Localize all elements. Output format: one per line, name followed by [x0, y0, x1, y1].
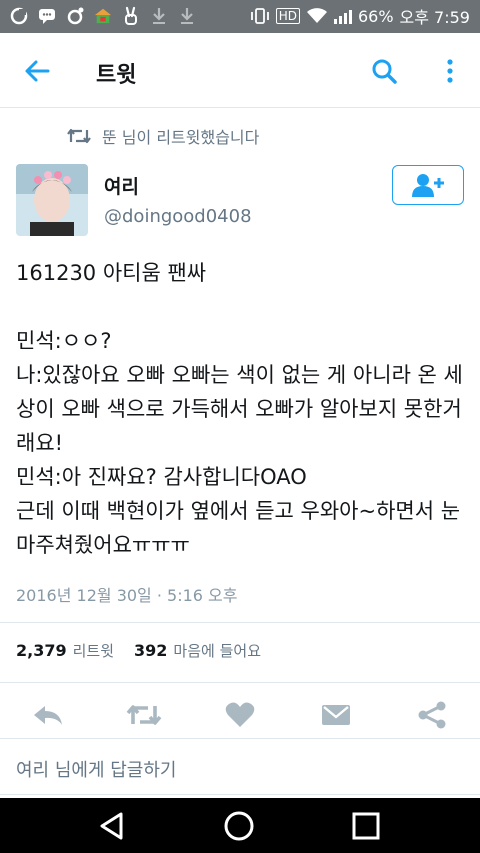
retweet-icon: [67, 128, 91, 144]
peace-hand-icon: [122, 5, 140, 27]
download-icon-2: [178, 5, 196, 27]
chat-notification-icon: [38, 5, 56, 27]
search-icon: [372, 59, 397, 84]
system-indicators: HD 66% 오후 7:59: [250, 4, 470, 28]
back-button[interactable]: [18, 53, 58, 89]
app-bar: 트윗: [0, 33, 480, 108]
follow-button[interactable]: [392, 165, 464, 205]
download-icon: [150, 5, 168, 27]
status-bar: HD 66% 오후 7:59: [0, 0, 480, 33]
nav-back-button[interactable]: [92, 806, 132, 846]
search-button[interactable]: [366, 53, 402, 89]
tweet-timestamp: 2016년 12월 30일 · 5:16 오후: [16, 586, 238, 605]
author-name[interactable]: 여리: [104, 172, 139, 199]
nav-home-button[interactable]: [219, 806, 259, 846]
wifi-icon: [306, 8, 327, 23]
divider: [0, 682, 480, 683]
retweet-icon: [126, 705, 162, 725]
gallery-notification-icon: [94, 5, 112, 27]
action-bar: [0, 692, 480, 738]
page-title: 트윗: [96, 63, 137, 88]
app-notification-icon: [10, 5, 28, 27]
tweet-stats: 2,379 리트윗 392 마음에 들어요: [16, 640, 275, 661]
location-notification-icon: [66, 5, 84, 27]
like-count-label: 마음에 들어요: [173, 642, 261, 660]
nav-home-icon: [224, 811, 254, 841]
reply-icon: [34, 706, 62, 725]
signal-icon: [333, 8, 352, 24]
notification-icons: [10, 5, 196, 27]
share-button[interactable]: [414, 698, 450, 732]
divider: [0, 622, 480, 623]
retweet-context-label: 뚠 님이 리트윗했습니다: [102, 128, 260, 147]
more-vertical-icon: [447, 59, 453, 83]
reply-button[interactable]: [30, 698, 66, 732]
nav-recents-icon: [352, 812, 380, 840]
divider: [0, 738, 480, 739]
like-count[interactable]: 392: [134, 641, 167, 660]
direct-message-button[interactable]: [318, 698, 354, 732]
nav-back-icon: [100, 812, 123, 840]
avatar[interactable]: [16, 164, 88, 236]
add-user-icon: [412, 174, 444, 197]
retweet-context: 뚠 님이 리트윗했습니다: [66, 124, 259, 148]
author-handle[interactable]: @doingood0408: [104, 206, 252, 227]
share-icon: [418, 701, 446, 729]
like-icon: [225, 702, 255, 727]
reply-input[interactable]: 여리 님에게 답글하기: [16, 756, 176, 782]
divider: [0, 794, 480, 795]
battery-percent: 66%: [357, 6, 394, 26]
vibrate-icon: [250, 8, 269, 24]
like-button[interactable]: [222, 698, 258, 732]
retweet-button[interactable]: [126, 698, 162, 732]
retweet-count-label: 리트윗: [72, 642, 115, 660]
retweet-count[interactable]: 2,379: [16, 641, 67, 660]
tweet-text: 161230 아티움 팬싸 민석:ㅇㅇ? 나:있잖아요 오빠 오빠는 색이 없는…: [16, 261, 463, 557]
nav-recents-button[interactable]: [346, 806, 386, 846]
hd-indicator: HD: [275, 8, 300, 24]
direct-message-icon: [322, 705, 350, 725]
status-time: 오후 7:59: [399, 8, 470, 27]
back-arrow-icon: [25, 60, 50, 82]
navigation-bar: [0, 798, 480, 853]
more-options-button[interactable]: [438, 53, 462, 89]
